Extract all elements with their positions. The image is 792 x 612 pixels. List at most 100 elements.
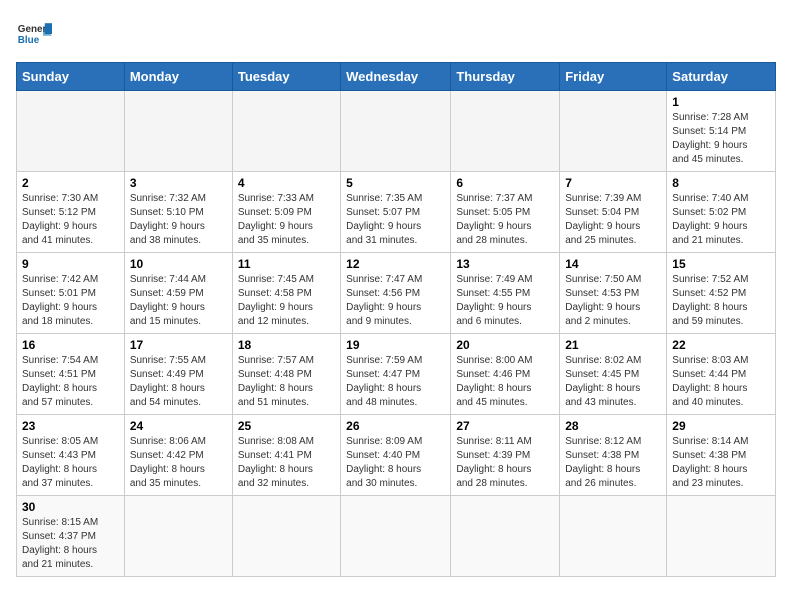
day-info: Sunrise: 7:35 AM Sunset: 5:07 PM Dayligh… [346,192,445,248]
calendar-cell [124,496,232,577]
day-number: 13 [456,257,554,271]
calendar-cell: 30Sunrise: 8:15 AM Sunset: 4:37 PM Dayli… [17,496,125,577]
day-number: 23 [22,419,119,433]
day-info: Sunrise: 8:05 AM Sunset: 4:43 PM Dayligh… [22,435,119,491]
day-info: Sunrise: 7:44 AM Sunset: 4:59 PM Dayligh… [130,273,227,329]
calendar-cell: 5 Sunrise: 7:35 AM Sunset: 5:07 PM Daylig… [341,172,451,253]
calendar-cell: 10 Sunrise: 7:44 AM Sunset: 4:59 PM Dayli… [124,253,232,334]
day-info: Sunrise: 7:49 AM Sunset: 4:55 PM Dayligh… [456,273,554,329]
day-number: 14 [565,257,661,271]
calendar-cell: 17Sunrise: 7:55 AM Sunset: 4:49 PM Dayli… [124,334,232,415]
day-info: Sunrise: 7:55 AM Sunset: 4:49 PM Dayligh… [130,354,227,410]
day-number: 27 [456,419,554,433]
calendar-cell [124,91,232,172]
calendar-cell: 27 Sunrise: 8:11 AM Sunset: 4:39 PM Dayli… [451,415,560,496]
calendar-header: SundayMondayTuesdayWednesdayThursdayFrid… [17,63,776,91]
day-number: 29 [672,419,770,433]
logo-icon: General Blue [16,16,52,52]
day-info: Sunrise: 8:12 AM Sunset: 4:38 PM Dayligh… [565,435,661,491]
week-row-6: 30Sunrise: 8:15 AM Sunset: 4:37 PM Dayli… [17,496,776,577]
day-info: Sunrise: 8:09 AM Sunset: 4:40 PM Dayligh… [346,435,445,491]
header-day-tuesday: Tuesday [232,63,340,91]
day-number: 10 [130,257,227,271]
calendar-cell [341,91,451,172]
day-info: Sunrise: 7:42 AM Sunset: 5:01 PM Dayligh… [22,273,119,329]
day-number: 7 [565,176,661,190]
day-number: 20 [456,338,554,352]
day-number: 18 [238,338,335,352]
calendar-cell: 28 Sunrise: 8:12 AM Sunset: 4:38 PM Dayli… [560,415,667,496]
day-number: 2 [22,176,119,190]
day-info: Sunrise: 7:45 AM Sunset: 4:58 PM Dayligh… [238,273,335,329]
day-info: Sunrise: 8:15 AM Sunset: 4:37 PM Dayligh… [22,516,119,572]
calendar-cell: 23 Sunrise: 8:05 AM Sunset: 4:43 PM Dayli… [17,415,125,496]
day-info: Sunrise: 7:40 AM Sunset: 5:02 PM Dayligh… [672,192,770,248]
calendar-cell: 12 Sunrise: 7:47 AM Sunset: 4:56 PM Dayli… [341,253,451,334]
logo: General Blue [16,16,52,52]
day-info: Sunrise: 7:57 AM Sunset: 4:48 PM Dayligh… [238,354,335,410]
day-number: 21 [565,338,661,352]
day-info: Sunrise: 8:00 AM Sunset: 4:46 PM Dayligh… [456,354,554,410]
day-info: Sunrise: 8:06 AM Sunset: 4:42 PM Dayligh… [130,435,227,491]
svg-text:Blue: Blue [18,35,40,46]
day-number: 3 [130,176,227,190]
calendar-cell: 16 Sunrise: 7:54 AM Sunset: 4:51 PM Dayli… [17,334,125,415]
calendar-cell: 18 Sunrise: 7:57 AM Sunset: 4:48 PM Dayli… [232,334,340,415]
calendar-cell: 4 Sunrise: 7:33 AM Sunset: 5:09 PM Daylig… [232,172,340,253]
day-info: Sunrise: 8:02 AM Sunset: 4:45 PM Dayligh… [565,354,661,410]
header-day-sunday: Sunday [17,63,125,91]
day-info: Sunrise: 7:33 AM Sunset: 5:09 PM Dayligh… [238,192,335,248]
day-info: Sunrise: 8:11 AM Sunset: 4:39 PM Dayligh… [456,435,554,491]
day-number: 19 [346,338,445,352]
day-number: 28 [565,419,661,433]
day-number: 5 [346,176,445,190]
calendar-body: 1Sunrise: 7:28 AM Sunset: 5:14 PM Daylig… [17,91,776,577]
day-info: Sunrise: 7:32 AM Sunset: 5:10 PM Dayligh… [130,192,227,248]
day-info: Sunrise: 7:30 AM Sunset: 5:12 PM Dayligh… [22,192,119,248]
calendar-cell: 29 Sunrise: 8:14 AM Sunset: 4:38 PM Dayli… [667,415,776,496]
header-day-friday: Friday [560,63,667,91]
day-info: Sunrise: 7:50 AM Sunset: 4:53 PM Dayligh… [565,273,661,329]
day-number: 16 [22,338,119,352]
week-row-3: 9Sunrise: 7:42 AM Sunset: 5:01 PM Daylig… [17,253,776,334]
day-info: Sunrise: 7:47 AM Sunset: 4:56 PM Dayligh… [346,273,445,329]
week-row-5: 23 Sunrise: 8:05 AM Sunset: 4:43 PM Dayli… [17,415,776,496]
calendar-cell: 24 Sunrise: 8:06 AM Sunset: 4:42 PM Dayli… [124,415,232,496]
day-info: Sunrise: 7:54 AM Sunset: 4:51 PM Dayligh… [22,354,119,410]
calendar-cell: 2 Sunrise: 7:30 AM Sunset: 5:12 PM Daylig… [17,172,125,253]
week-row-4: 16 Sunrise: 7:54 AM Sunset: 4:51 PM Dayli… [17,334,776,415]
day-info: Sunrise: 8:14 AM Sunset: 4:38 PM Dayligh… [672,435,770,491]
week-row-1: 1Sunrise: 7:28 AM Sunset: 5:14 PM Daylig… [17,91,776,172]
calendar-cell [560,496,667,577]
calendar-cell: 25Sunrise: 8:08 AM Sunset: 4:41 PM Dayli… [232,415,340,496]
day-number: 26 [346,419,445,433]
day-number: 15 [672,257,770,271]
day-number: 1 [672,95,770,109]
day-number: 4 [238,176,335,190]
calendar-cell: 7Sunrise: 7:39 AM Sunset: 5:04 PM Daylig… [560,172,667,253]
day-number: 24 [130,419,227,433]
header-day-saturday: Saturday [667,63,776,91]
calendar-cell: 26 Sunrise: 8:09 AM Sunset: 4:40 PM Dayli… [341,415,451,496]
day-info: Sunrise: 8:08 AM Sunset: 4:41 PM Dayligh… [238,435,335,491]
calendar-cell [17,91,125,172]
calendar-cell: 21 Sunrise: 8:02 AM Sunset: 4:45 PM Dayli… [560,334,667,415]
day-number: 6 [456,176,554,190]
calendar-cell [560,91,667,172]
day-info: Sunrise: 7:52 AM Sunset: 4:52 PM Dayligh… [672,273,770,329]
day-number: 12 [346,257,445,271]
calendar-cell [232,91,340,172]
calendar-cell [451,91,560,172]
calendar-cell [232,496,340,577]
calendar-table: SundayMondayTuesdayWednesdayThursdayFrid… [16,62,776,577]
header-row: SundayMondayTuesdayWednesdayThursdayFrid… [17,63,776,91]
day-info: Sunrise: 7:59 AM Sunset: 4:47 PM Dayligh… [346,354,445,410]
calendar-cell [451,496,560,577]
day-info: Sunrise: 8:03 AM Sunset: 4:44 PM Dayligh… [672,354,770,410]
calendar-cell: 1Sunrise: 7:28 AM Sunset: 5:14 PM Daylig… [667,91,776,172]
calendar-cell [667,496,776,577]
calendar-cell: 13 Sunrise: 7:49 AM Sunset: 4:55 PM Dayli… [451,253,560,334]
calendar-cell: 9Sunrise: 7:42 AM Sunset: 5:01 PM Daylig… [17,253,125,334]
day-info: Sunrise: 7:37 AM Sunset: 5:05 PM Dayligh… [456,192,554,248]
week-row-2: 2 Sunrise: 7:30 AM Sunset: 5:12 PM Daylig… [17,172,776,253]
